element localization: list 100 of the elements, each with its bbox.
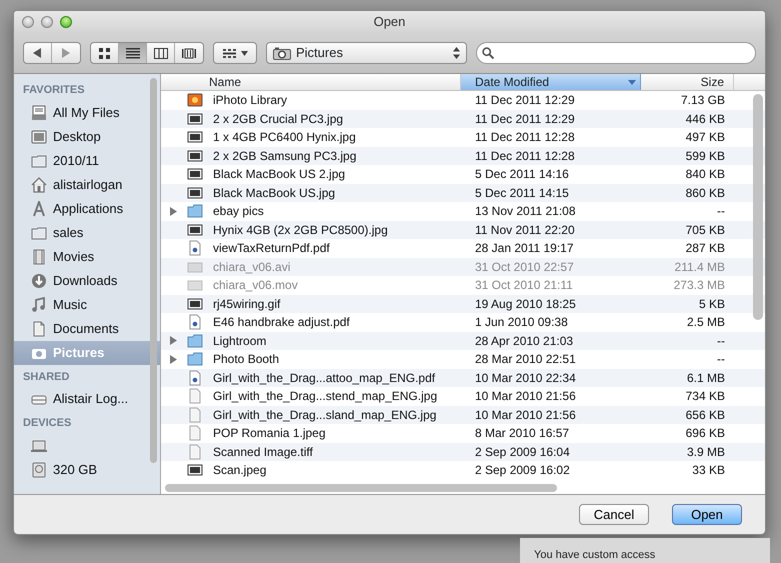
file-row[interactable]: Photo Booth 28 Mar 2010 22:51 -- (161, 350, 765, 368)
file-size: 599 KB (684, 148, 726, 165)
location-popup[interactable]: Pictures (266, 42, 467, 64)
sidebar-item[interactable]: 2010/11 (14, 148, 160, 172)
column-header[interactable]: Size (641, 74, 734, 90)
file-size: 860 KB (684, 184, 726, 202)
file-name: Girl_with_the_Drag...sland_map_ENG.jpg (213, 406, 436, 424)
column-header[interactable]: Date Modified (461, 74, 641, 90)
file-row[interactable]: iPhoto Library 11 Dec 2011 12:29 7.13 GB (161, 91, 765, 110)
sidebar-item[interactable]: sales (14, 220, 160, 244)
document-icon (31, 320, 47, 336)
pdf-file-icon (187, 314, 203, 330)
date-modified: 8 Mar 2010 16:57 (474, 425, 570, 442)
file-name: Lightroom (213, 332, 266, 350)
icon-view-icon (98, 46, 112, 60)
image-file-icon (187, 296, 203, 312)
folder-icon (31, 224, 47, 240)
search-field[interactable] (476, 42, 756, 64)
folder-icon (187, 203, 203, 220)
sidebar-item[interactable]: alistairlogan (14, 172, 160, 196)
file-name: Hynix 4GB (2x 2GB PC8500).jpg (213, 222, 388, 239)
date-modified: 1 Jun 2010 09:38 (474, 314, 569, 332)
file-size: 6.1 MB (686, 370, 726, 387)
scrollbar-thumb[interactable] (753, 94, 763, 320)
date-modified: 13 Nov 2011 21:08 (474, 203, 577, 220)
file-size: 656 KB (684, 406, 726, 424)
list-view-icon (126, 46, 140, 60)
file-name: Black MacBook US 2.jpg (213, 166, 346, 184)
file-row[interactable]: viewTaxReturnPdf.pdf 28 Jan 2011 19:17 287 KB (161, 239, 765, 258)
file-row[interactable]: Girl_with_the_Drag...stend_map_ENG.jpg 10 Mar 2010 21:56 734 KB (161, 387, 765, 406)
date-modified: 2 Sep 2009 16:02 (474, 462, 571, 480)
file-name: POP Romania 1.jpeg (213, 425, 326, 442)
file-row[interactable]: 1 x 4GB PC6400 Hynix.jpg 11 Dec 2011 12:28 497 KB (161, 128, 765, 146)
file-row[interactable]: Scan.jpeg 2 Sep 2009 16:02 33 KB (161, 461, 765, 480)
date-modified: 31 Oct 2010 21:11 (474, 277, 574, 294)
date-modified: 11 Nov 2011 22:20 (474, 222, 576, 239)
sidebar-item[interactable]: Documents (14, 316, 160, 340)
close-button[interactable] (22, 16, 34, 28)
file-name: rj45wiring.gif (213, 296, 280, 313)
forward-icon (62, 48, 70, 58)
file-row[interactable]: Black MacBook US.jpg 5 Dec 2011 14:15 860 KB (161, 184, 765, 202)
file-name: ebay pics (213, 203, 264, 220)
file-row[interactable]: Girl_with_the_Drag...attoo_map_ENG.pdf 10 Mar 2010 22:34 6.1 MB (161, 368, 765, 387)
file-row[interactable]: E46 handbrake adjust.pdf 1 Jun 2010 09:38 2.5 MB (161, 313, 765, 332)
minimize-button[interactable] (41, 16, 53, 28)
scrollbar-thumb[interactable] (150, 78, 157, 463)
file-size: 497 KB (684, 129, 726, 146)
sidebar-item[interactable]: Applications (14, 196, 160, 220)
file-row[interactable]: Hynix 4GB (2x 2GB PC8500).jpg 11 Nov 2011 22:20 705 KB (161, 220, 765, 239)
sidebar-item[interactable]: Downloads (14, 268, 160, 292)
file-size: 5 KB (698, 296, 726, 313)
zoom-button[interactable] (60, 16, 72, 28)
file-row[interactable]: Lightroom 28 Apr 2010 21:03 -- (161, 332, 765, 350)
file-row[interactable]: Black MacBook US 2.jpg 5 Dec 2011 14:16 840 KB (161, 165, 765, 184)
file-row[interactable]: rj45wiring.gif 19 Aug 2010 18:25 5 KB (161, 294, 765, 313)
scrollbar-thumb[interactable] (165, 484, 557, 492)
file-row[interactable]: ebay pics 13 Nov 2011 21:08 -- (161, 202, 765, 220)
document-icon (187, 388, 203, 404)
file-row[interactable]: POP Romania 1.jpeg 8 Mar 2010 16:57 696 KB (161, 424, 765, 442)
file-size: 446 KB (684, 110, 726, 128)
image-file-icon (187, 110, 203, 127)
search-icon (482, 47, 494, 59)
date-modified: 5 Dec 2011 14:16 (474, 166, 570, 184)
updown-icon (453, 47, 460, 59)
sidebar-item[interactable]: All My Files (14, 100, 160, 124)
file-size: -- (716, 332, 726, 350)
file-row[interactable]: Girl_with_the_Drag...sland_map_ENG.jpg 10 Mar 2010 21:56 656 KB (161, 406, 765, 424)
drawer-icon (31, 104, 47, 120)
dialog-button[interactable]: Open (672, 504, 742, 525)
sidebar-item[interactable]: Desktop (14, 124, 160, 148)
image-file-icon (187, 222, 203, 238)
file-size: -- (716, 351, 726, 368)
disclosure-triangle-icon[interactable] (170, 206, 177, 216)
sidebar-item[interactable]: Music (14, 292, 160, 316)
file-name: E46 handbrake adjust.pdf (213, 314, 350, 332)
file-name: Girl_with_the_Drag...stend_map_ENG.jpg (213, 388, 438, 406)
sidebar-heading: DEVICES (22, 416, 72, 431)
file-name: 2 x 2GB Samsung PC3.jpg (213, 148, 356, 165)
sort-arrow-icon (628, 80, 636, 85)
sidebar-item[interactable]: 320 GB (14, 458, 160, 482)
file-row[interactable]: Scanned Image.tiff 2 Sep 2009 16:04 3.9 MB (161, 442, 765, 461)
dialog-button[interactable]: Cancel (579, 504, 649, 525)
date-modified: 10 Mar 2010 21:56 (474, 388, 577, 406)
file-row[interactable]: 2 x 2GB Crucial PC3.jpg 11 Dec 2011 12:29 446 KB (161, 110, 765, 128)
file-row[interactable]: 2 x 2GB Samsung PC3.jpg 11 Dec 2011 12:28 599 KB (161, 146, 765, 165)
sidebar-item[interactable]: Alistair Log... (14, 387, 160, 411)
camera-icon (273, 46, 291, 60)
sidebar-item[interactable]: Movies (14, 244, 160, 268)
house-icon (31, 176, 47, 192)
date-modified: 10 Mar 2010 22:34 (474, 370, 577, 387)
file-name: 2 x 2GB Crucial PC3.jpg (213, 110, 344, 128)
image-file-icon (187, 129, 203, 146)
date-modified: 28 Mar 2010 22:51 (474, 351, 577, 368)
date-modified: 28 Jan 2011 19:17 (474, 240, 575, 258)
file-name: 1 x 4GB PC6400 Hynix.jpg (213, 129, 356, 146)
window-title: Open (374, 13, 406, 32)
list-view-button[interactable] (119, 43, 147, 63)
document-icon (187, 444, 203, 460)
arrange-button[interactable] (213, 42, 257, 64)
sidebar-heading: SHARED (22, 370, 70, 384)
